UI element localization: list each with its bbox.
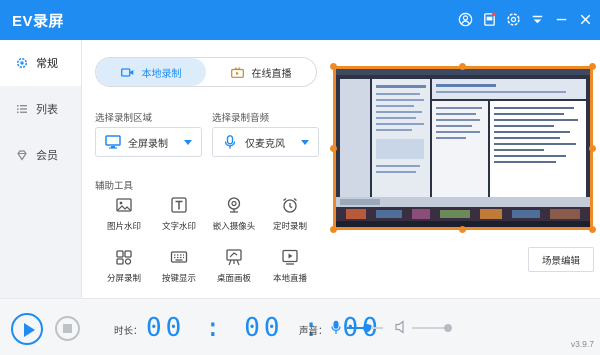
sidebar: 常规 列表 会员 <box>0 40 82 298</box>
stop-icon <box>63 324 72 333</box>
tab-label: 本地录制 <box>141 68 182 80</box>
minimize-icon[interactable] <box>552 8 570 30</box>
mic-volume-slider[interactable] <box>347 324 383 332</box>
tv-icon <box>230 66 244 78</box>
tool-label: 分屏录制 <box>106 273 141 283</box>
sidebar-item-general[interactable]: 常规 <box>0 40 81 86</box>
resize-handle[interactable] <box>330 63 337 70</box>
tab-online-live[interactable]: 在线直播 <box>206 58 316 86</box>
sidebar-item-label: 会员 <box>36 150 58 162</box>
video-camera-icon <box>120 67 133 77</box>
resize-handle[interactable] <box>459 63 466 70</box>
resize-handle[interactable] <box>589 63 596 70</box>
tool-local-live[interactable]: 本地直播 <box>262 248 318 288</box>
sidebar-item-membership[interactable]: 会员 <box>0 132 81 178</box>
tab-label: 在线直播 <box>251 68 292 80</box>
tool-key-display[interactable]: 按键显示 <box>151 248 207 288</box>
tool-desktop-board[interactable]: 桌面画板 <box>206 248 262 288</box>
tool-label: 桌面画板 <box>216 273 251 283</box>
scene-edit-button[interactable]: 场景编辑 <box>528 247 594 272</box>
tool-split-screen[interactable]: 分屏录制 <box>96 248 152 288</box>
chevron-down-icon <box>301 140 309 145</box>
speaker-volume-knob[interactable] <box>444 324 452 332</box>
tab-local-record[interactable]: 本地录制 <box>96 58 206 86</box>
resize-handle[interactable] <box>330 145 337 152</box>
tool-image-watermark[interactable]: 图片水印 <box>96 196 152 236</box>
resize-handle[interactable] <box>330 226 337 233</box>
tool-scheduled-record[interactable]: 定时录制 <box>262 196 318 236</box>
region-value: 全屏录制 <box>128 138 168 150</box>
mic-volume-knob[interactable] <box>363 324 371 332</box>
window-controls <box>456 8 594 30</box>
microphone-icon[interactable] <box>331 320 341 335</box>
stop-record-button[interactable] <box>55 316 80 341</box>
audio-label: 选择录制音频 <box>212 113 270 124</box>
split-screen-icon <box>116 250 132 265</box>
user-icon[interactable] <box>456 8 474 30</box>
tool-embed-webcam[interactable]: 嵌入摄像头 <box>206 196 262 236</box>
duration-label: 时长： <box>114 326 143 337</box>
speaker-icon[interactable] <box>395 320 407 334</box>
sidebar-item-label: 列表 <box>36 104 58 116</box>
speaker-volume-slider[interactable] <box>412 324 452 332</box>
diamond-icon <box>17 150 27 161</box>
tools-label: 辅助工具 <box>95 181 134 192</box>
play-icon <box>24 323 35 337</box>
resize-handle[interactable] <box>589 145 596 152</box>
gift-icon[interactable] <box>480 8 498 30</box>
tool-label: 文字水印 <box>161 221 196 231</box>
settings-icon[interactable] <box>504 8 522 30</box>
volume-label: 声音： <box>299 326 328 337</box>
sidebar-item-list[interactable]: 列表 <box>0 86 81 132</box>
chevron-down-icon <box>184 140 192 145</box>
webcam-icon <box>227 197 241 213</box>
monitor-icon <box>105 135 121 149</box>
keyboard-icon <box>170 251 188 263</box>
region-label: 选择录制区域 <box>95 113 153 124</box>
tool-label: 嵌入摄像头 <box>212 221 256 231</box>
image-icon <box>116 198 132 212</box>
record-mode-tabs: 本地录制 在线直播 <box>95 57 317 87</box>
alarm-clock-icon <box>283 197 297 213</box>
app-title: EV录屏 <box>12 13 65 30</box>
live-stream-icon <box>282 249 298 265</box>
audio-value: 仅麦克风 <box>245 138 285 150</box>
tool-label: 本地直播 <box>272 273 307 283</box>
capture-preview[interactable] <box>333 66 593 230</box>
drawing-board-icon <box>226 249 242 266</box>
menu-icon[interactable] <box>528 8 546 30</box>
sidebar-item-label: 常规 <box>36 58 58 70</box>
region-select[interactable]: 全屏录制 <box>95 127 202 157</box>
resize-handle[interactable] <box>459 226 466 233</box>
start-record-button[interactable] <box>11 313 43 345</box>
bottom-bar: 时长： 00 : 00 : 00 声音： v3.9.7 <box>0 298 600 355</box>
title-bar: EV录屏 <box>0 0 600 40</box>
tool-label: 图片水印 <box>106 221 141 231</box>
version-label: v3.9.7 <box>570 339 594 349</box>
resize-handle[interactable] <box>589 226 596 233</box>
speaker-volume-fill <box>412 327 448 329</box>
desktop-screenshot-image <box>336 69 590 227</box>
tool-label: 定时录制 <box>272 221 307 231</box>
settings-icon <box>16 57 28 69</box>
text-icon <box>171 197 187 213</box>
tool-text-watermark[interactable]: 文字水印 <box>151 196 207 236</box>
list-icon <box>17 105 27 114</box>
microphone-icon <box>224 135 236 149</box>
tool-label: 按键显示 <box>161 273 196 283</box>
close-icon[interactable] <box>576 8 594 30</box>
audio-select[interactable]: 仅麦克风 <box>212 127 319 157</box>
